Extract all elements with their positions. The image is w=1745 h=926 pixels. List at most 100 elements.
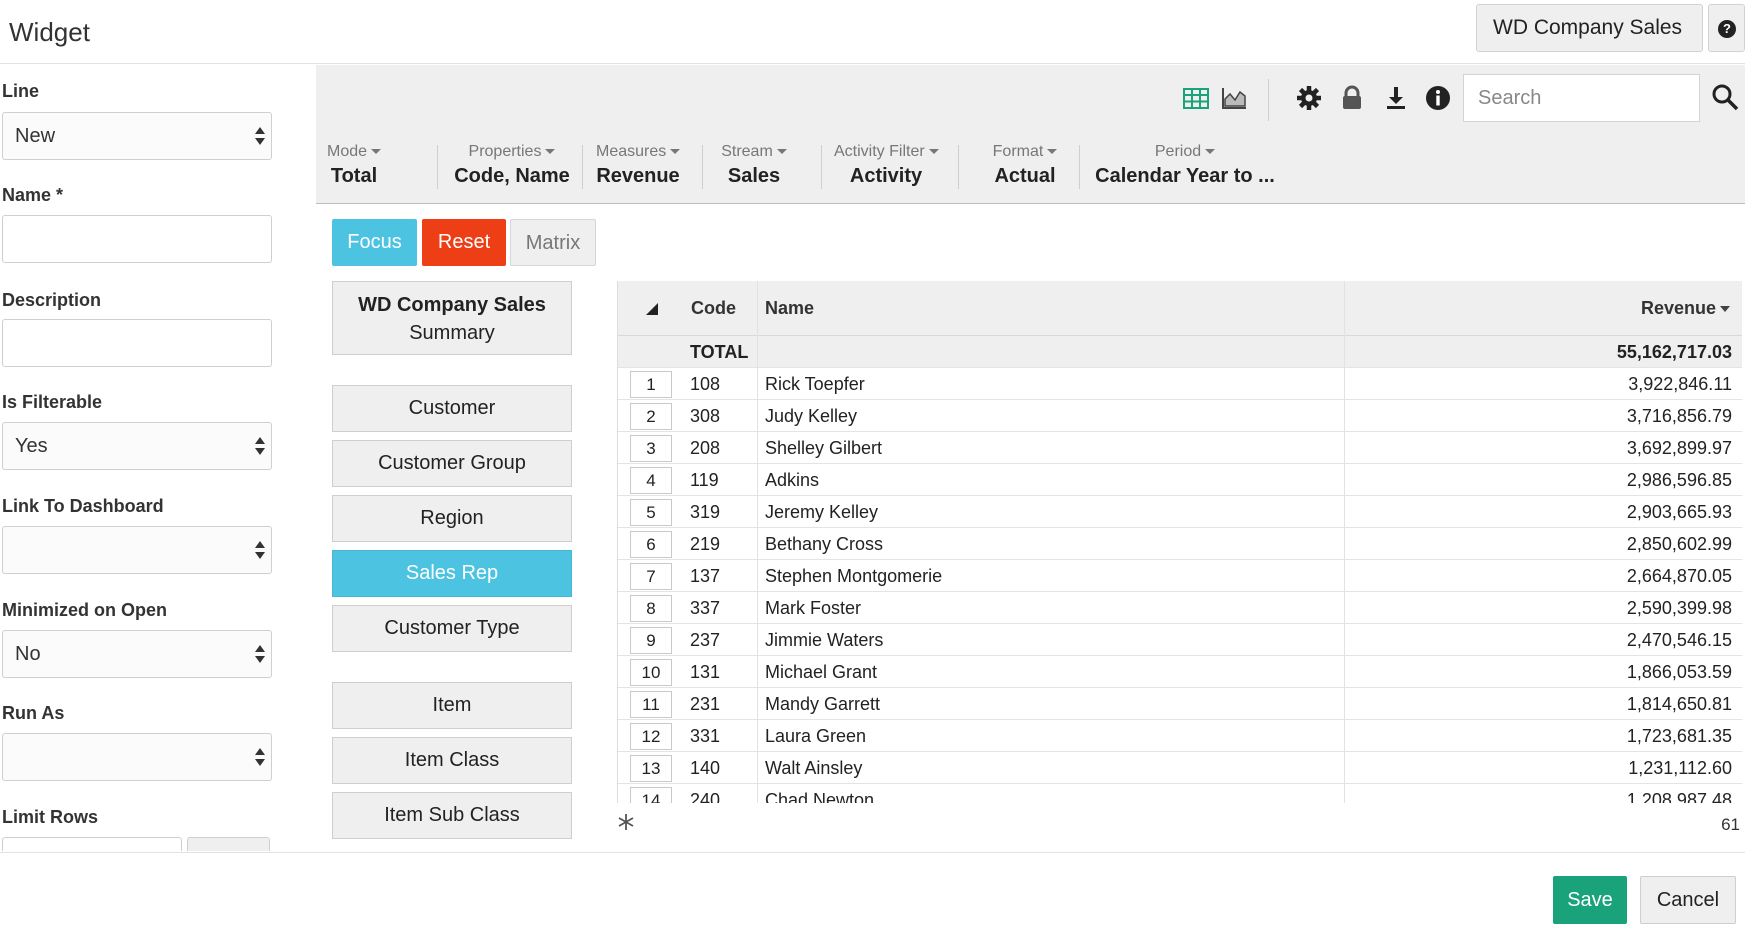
table-row[interactable]: 6 219 Bethany Cross 2,850,602.99 bbox=[618, 528, 1742, 560]
activity-filter-value: Activity bbox=[849, 165, 923, 187]
dimension-customer-group[interactable]: Customer Group bbox=[332, 440, 572, 487]
table-row[interactable]: 8 337 Mark Foster 2,590,399.98 bbox=[618, 592, 1742, 624]
snowflake-icon[interactable] bbox=[617, 813, 635, 831]
row-index[interactable]: 4 bbox=[630, 467, 672, 494]
name-cell: Stephen Montgomerie bbox=[765, 566, 943, 586]
download-icon[interactable] bbox=[1381, 83, 1411, 113]
format-selector[interactable]: Format Actual bbox=[980, 143, 1070, 188]
lock-icon[interactable] bbox=[1337, 83, 1367, 113]
dimension-item-class[interactable]: Item Class bbox=[332, 737, 572, 784]
table-row[interactable]: 11 231 Mandy Garrett 1,814,650.81 bbox=[618, 688, 1742, 720]
table-header: Code Name Revenue bbox=[618, 281, 1742, 336]
table-row[interactable]: 10 131 Michael Grant 1,866,053.59 bbox=[618, 656, 1742, 688]
dimension-item-sub-class[interactable]: Item Sub Class bbox=[332, 792, 572, 839]
row-index[interactable]: 6 bbox=[630, 531, 672, 558]
mode-separator bbox=[437, 145, 438, 189]
table-row[interactable]: 4 119 Adkins 2,986,596.85 bbox=[618, 464, 1742, 496]
stream-selector[interactable]: Stream Sales bbox=[716, 143, 792, 188]
table-row[interactable]: 9 237 Jimmie Waters 2,470,546.15 bbox=[618, 624, 1742, 656]
link-dashboard-select[interactable] bbox=[2, 526, 272, 574]
search-input[interactable] bbox=[1463, 74, 1700, 122]
row-index[interactable]: 2 bbox=[630, 403, 672, 430]
row-index[interactable]: 9 bbox=[630, 627, 672, 654]
name-label: Name * bbox=[2, 185, 64, 205]
table-row[interactable]: 3 208 Shelley Gilbert 3,692,899.97 bbox=[618, 432, 1742, 464]
limit-rows-input[interactable] bbox=[2, 837, 182, 851]
code-cell: 131 bbox=[690, 662, 721, 682]
company-selector-button[interactable]: WD Company Sales bbox=[1476, 4, 1703, 78]
total-row: TOTAL 55,162,717.03 bbox=[618, 336, 1742, 368]
limit-rows-button[interactable] bbox=[187, 837, 270, 851]
description-label: Description bbox=[2, 290, 102, 310]
table-row[interactable]: 1 108 Rick Toepfer 3,922,846.11 bbox=[618, 368, 1742, 400]
filterable-select[interactable]: Yes bbox=[2, 422, 272, 470]
sort-desc-icon[interactable] bbox=[1720, 306, 1730, 312]
period-selector[interactable]: Period Calendar Year to ... bbox=[1092, 143, 1278, 188]
save-button[interactable]: Save bbox=[1553, 876, 1627, 924]
filterable-select-value: Yes bbox=[15, 435, 48, 457]
description-input[interactable] bbox=[2, 319, 272, 367]
table-row[interactable]: 13 140 Walt Ainsley 1,231,112.60 bbox=[618, 752, 1742, 784]
code-cell: 208 bbox=[690, 438, 721, 458]
gear-icon[interactable] bbox=[1294, 83, 1324, 113]
reset-button[interactable]: Reset bbox=[422, 219, 506, 266]
chart-view-icon[interactable] bbox=[1219, 83, 1249, 113]
page-title: Widget bbox=[9, 17, 90, 47]
line-select[interactable]: New bbox=[2, 112, 272, 160]
row-index[interactable]: 8 bbox=[630, 595, 672, 622]
matrix-button[interactable]: Matrix bbox=[510, 219, 596, 266]
name-cell: Jimmie Waters bbox=[765, 630, 884, 650]
dimension-sales-rep[interactable]: Sales Rep bbox=[332, 550, 572, 597]
summary-title: WD Company Sales bbox=[358, 294, 546, 316]
table-row[interactable]: 2 308 Judy Kelley 3,716,856.79 bbox=[618, 400, 1742, 432]
row-index[interactable]: 14 bbox=[630, 787, 672, 803]
cancel-button[interactable]: Cancel bbox=[1640, 876, 1736, 924]
help-button[interactable]: ? bbox=[1708, 4, 1745, 52]
sort-corner-icon[interactable] bbox=[645, 302, 659, 316]
name-cell: Mandy Garrett bbox=[765, 694, 881, 714]
column-header-name[interactable]: Name bbox=[765, 281, 814, 336]
table-row[interactable]: 5 319 Jeremy Kelley 2,903,665.93 bbox=[618, 496, 1742, 528]
table-row[interactable]: 7 137 Stephen Montgomerie 2,664,870.05 bbox=[618, 560, 1742, 592]
limit-rows-label: Limit Rows bbox=[2, 807, 99, 827]
row-index[interactable]: 1 bbox=[630, 371, 672, 398]
code-cell: 137 bbox=[690, 566, 721, 586]
dimension-region[interactable]: Region bbox=[332, 495, 572, 542]
dialog-footer: Save Cancel bbox=[0, 852, 1745, 926]
row-index[interactable]: 10 bbox=[630, 659, 672, 686]
run-as-select[interactable] bbox=[2, 733, 272, 781]
caret-down-icon bbox=[1047, 149, 1058, 155]
row-index[interactable]: 7 bbox=[630, 563, 672, 590]
grid-view-icon[interactable] bbox=[1181, 83, 1211, 113]
mode-selector[interactable]: Mode Total bbox=[326, 143, 382, 188]
caret-down-icon bbox=[545, 149, 556, 155]
dimension-item[interactable]: Item bbox=[332, 682, 572, 729]
dimension-customer[interactable]: Customer bbox=[332, 385, 572, 432]
minimized-select[interactable]: No bbox=[2, 630, 272, 678]
name-input[interactable] bbox=[2, 215, 272, 263]
row-index[interactable]: 3 bbox=[630, 435, 672, 462]
name-cell: Rick Toepfer bbox=[765, 374, 865, 394]
row-index[interactable]: 11 bbox=[630, 691, 672, 718]
line-label: Line bbox=[2, 81, 40, 101]
name-cell: Walt Ainsley bbox=[765, 758, 863, 778]
column-header-code[interactable]: Code bbox=[691, 281, 736, 336]
row-index[interactable]: 13 bbox=[630, 755, 672, 782]
row-index[interactable]: 12 bbox=[630, 723, 672, 750]
analysis-toolbar: Mode Total Properties Code, Name Measure… bbox=[316, 65, 1745, 204]
row-index[interactable]: 5 bbox=[630, 499, 672, 526]
measures-selector[interactable]: Measures Revenue bbox=[596, 143, 681, 188]
activity-filter-selector[interactable]: Activity Filter Activity bbox=[834, 143, 939, 188]
search-icon[interactable] bbox=[1710, 82, 1740, 112]
table-row[interactable]: 12 331 Laura Green 1,723,681.35 bbox=[618, 720, 1742, 752]
total-revenue: 55,162,717.03 bbox=[1616, 342, 1732, 362]
activity-filter-caption: Activity Filter bbox=[834, 143, 925, 160]
properties-selector[interactable]: Properties Code, Name bbox=[452, 143, 572, 188]
column-header-revenue[interactable]: Revenue bbox=[1348, 281, 1716, 336]
focus-button[interactable]: Focus bbox=[332, 219, 417, 266]
summary-dimension-button[interactable]: WD Company Sales Summary bbox=[332, 281, 572, 355]
revenue-cell: 1,208,987.48 bbox=[1626, 790, 1732, 803]
dimension-customer-type[interactable]: Customer Type bbox=[332, 605, 572, 652]
info-icon[interactable] bbox=[1423, 83, 1453, 113]
table-row[interactable]: 14 240 Chad Newton 1,208,987.48 bbox=[618, 784, 1742, 803]
